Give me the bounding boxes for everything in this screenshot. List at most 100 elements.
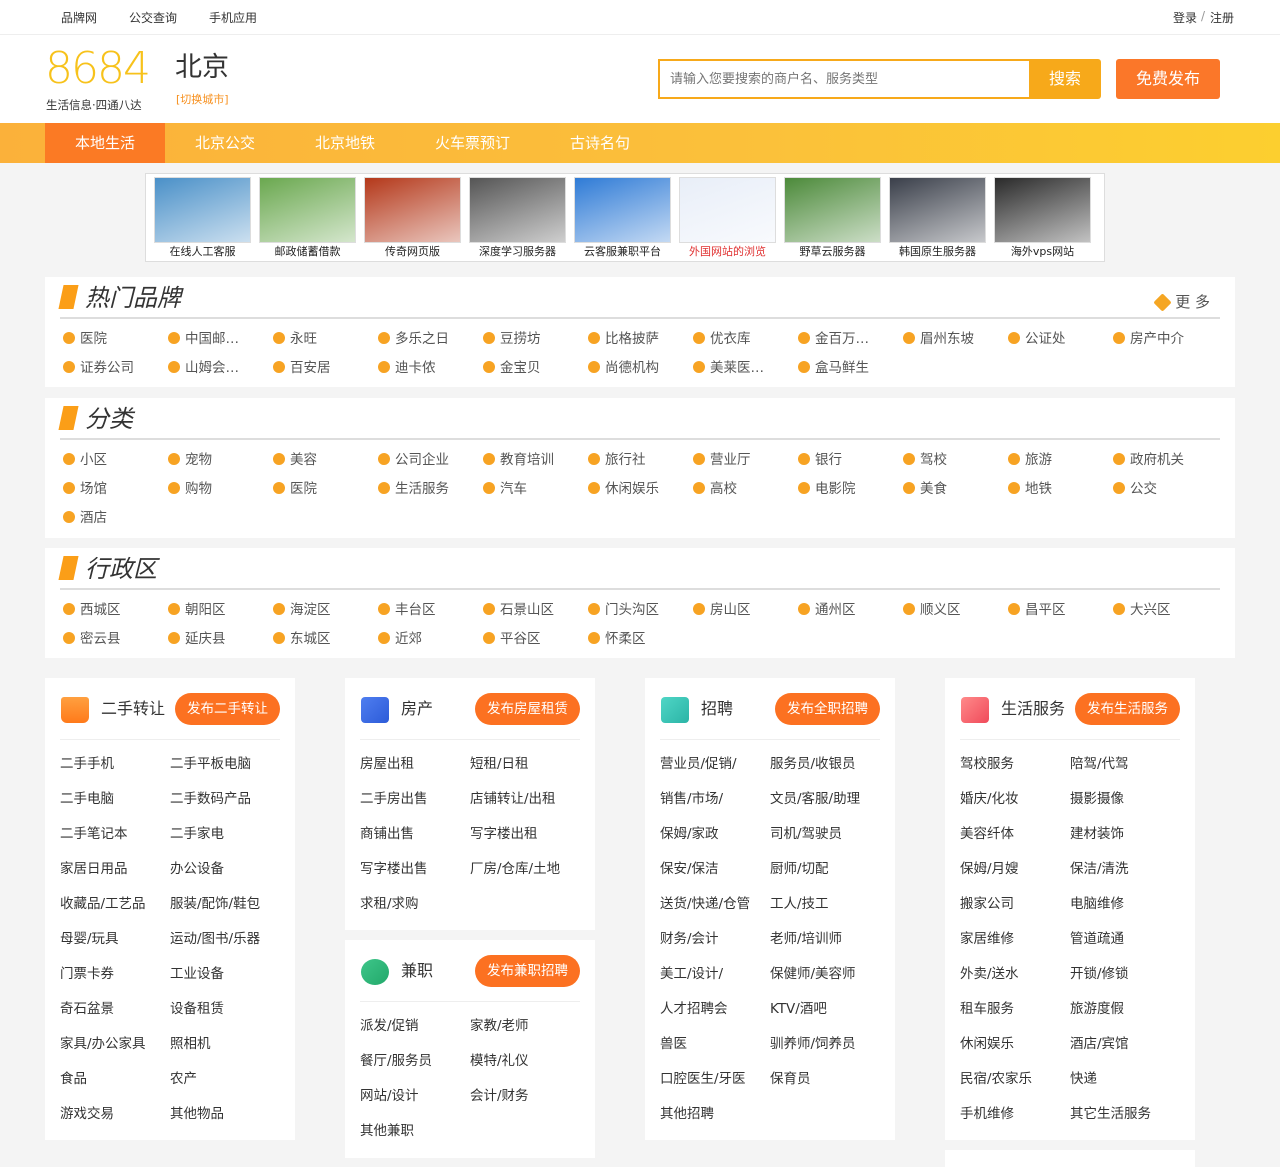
second-hand-link[interactable]: 收藏品/工艺品 bbox=[60, 894, 170, 929]
house-link[interactable]: 厂房/仓库/土地 bbox=[470, 859, 580, 894]
house-link[interactable]: 二手房出售 bbox=[360, 789, 470, 824]
house-link[interactable]: 写字楼出租 bbox=[470, 824, 580, 859]
category-link[interactable]: 政府机关 bbox=[1113, 446, 1218, 475]
district-link[interactable]: 昌平区 bbox=[1008, 596, 1113, 625]
parttime-link[interactable]: 会计/财务 bbox=[470, 1086, 580, 1121]
ad-item[interactable]: 海外vps网站 bbox=[994, 177, 1091, 260]
category-link[interactable]: 医院 bbox=[273, 475, 378, 504]
ad-item[interactable]: 野草云服务器 bbox=[784, 177, 881, 260]
jobs-link[interactable]: 兽医 bbox=[660, 1034, 770, 1069]
life-service-link[interactable]: 建材装饰 bbox=[1070, 824, 1180, 859]
ad-item[interactable]: 外国网站的浏览 bbox=[679, 177, 776, 260]
category-link[interactable]: 银行 bbox=[798, 446, 903, 475]
parttime-link[interactable]: 派发/促销 bbox=[360, 1016, 470, 1051]
jobs-link[interactable]: 厨师/切配 bbox=[770, 859, 880, 894]
district-link[interactable]: 延庆县 bbox=[168, 625, 273, 654]
life-service-link[interactable]: 外卖/送水 bbox=[960, 964, 1070, 999]
brand-link[interactable]: 优衣库 bbox=[693, 325, 798, 354]
life-service-link[interactable]: 民宿/农家乐 bbox=[960, 1069, 1070, 1104]
nav-train-tickets[interactable]: 火车票预订 bbox=[405, 123, 540, 163]
life-service-link[interactable]: 租车服务 bbox=[960, 999, 1070, 1034]
jobs-link[interactable]: 营业员/促销/ bbox=[660, 754, 770, 789]
topbar-link-mobile[interactable]: 手机应用 bbox=[209, 9, 257, 26]
life-service-link[interactable]: 快递 bbox=[1070, 1069, 1180, 1104]
ad-item[interactable]: 韩国原生服务器 bbox=[889, 177, 986, 260]
house-link[interactable]: 房屋出租 bbox=[360, 754, 470, 789]
life-service-link[interactable]: 陪驾/代驾 bbox=[1070, 754, 1180, 789]
house-link[interactable]: 店铺转让/出租 bbox=[470, 789, 580, 824]
ad-item[interactable]: 深度学习服务器 bbox=[469, 177, 566, 260]
life-service-link[interactable]: 旅游度假 bbox=[1070, 999, 1180, 1034]
parttime-link[interactable]: 餐厅/服务员 bbox=[360, 1051, 470, 1086]
brand-link[interactable]: 迪卡侬 bbox=[378, 354, 483, 383]
jobs-link[interactable]: 口腔医生/牙医 bbox=[660, 1069, 770, 1104]
brand-link[interactable]: 永旺 bbox=[273, 325, 378, 354]
category-link[interactable]: 小区 bbox=[63, 446, 168, 475]
second-hand-link[interactable]: 设备租赁 bbox=[170, 999, 280, 1034]
post-parttime-button[interactable]: 发布兼职招聘 bbox=[475, 955, 580, 987]
jobs-link[interactable]: 美工/设计/ bbox=[660, 964, 770, 999]
category-link[interactable]: 教育培训 bbox=[483, 446, 588, 475]
nav-subway[interactable]: 北京地铁 bbox=[285, 123, 405, 163]
district-link[interactable]: 顺义区 bbox=[903, 596, 1008, 625]
district-link[interactable]: 西城区 bbox=[63, 596, 168, 625]
brand-link[interactable]: 公证处 bbox=[1008, 325, 1113, 354]
category-link[interactable]: 旅行社 bbox=[588, 446, 693, 475]
second-hand-link[interactable]: 二手笔记本 bbox=[60, 824, 170, 859]
brand-link[interactable]: 盒马鲜生 bbox=[798, 354, 903, 383]
second-hand-link[interactable]: 二手手机 bbox=[60, 754, 170, 789]
second-hand-link[interactable]: 运动/图书/乐器 bbox=[170, 929, 280, 964]
category-link[interactable]: 美食 bbox=[903, 475, 1008, 504]
district-link[interactable]: 朝阳区 bbox=[168, 596, 273, 625]
second-hand-link[interactable]: 农产 bbox=[170, 1069, 280, 1104]
second-hand-link[interactable]: 游戏交易 bbox=[60, 1104, 170, 1139]
brand-link[interactable]: 医院 bbox=[63, 325, 168, 354]
category-link[interactable]: 地铁 bbox=[1008, 475, 1113, 504]
ad-item[interactable]: 邮政储蓄借款 bbox=[259, 177, 356, 260]
life-service-link[interactable]: 电脑维修 bbox=[1070, 894, 1180, 929]
second-hand-link[interactable]: 办公设备 bbox=[170, 859, 280, 894]
free-post-button[interactable]: 免费发布 bbox=[1116, 59, 1220, 99]
house-link[interactable]: 短租/日租 bbox=[470, 754, 580, 789]
jobs-link[interactable]: 文员/客服/助理 bbox=[770, 789, 880, 824]
category-link[interactable]: 休闲娱乐 bbox=[588, 475, 693, 504]
parttime-link[interactable]: 家教/老师 bbox=[470, 1016, 580, 1051]
jobs-link[interactable]: 驯养师/饲养员 bbox=[770, 1034, 880, 1069]
category-link[interactable]: 公交 bbox=[1113, 475, 1218, 504]
district-link[interactable]: 石景山区 bbox=[483, 596, 588, 625]
switch-city-link[interactable]: [切换城市] bbox=[176, 91, 229, 107]
jobs-link[interactable]: 老师/培训师 bbox=[770, 929, 880, 964]
brand-link[interactable]: 美莱医… bbox=[693, 354, 798, 383]
category-link[interactable]: 营业厅 bbox=[693, 446, 798, 475]
brand-link[interactable]: 尚德机构 bbox=[588, 354, 693, 383]
category-link[interactable]: 电影院 bbox=[798, 475, 903, 504]
brand-link[interactable]: 多乐之日 bbox=[378, 325, 483, 354]
jobs-link[interactable]: 司机/驾驶员 bbox=[770, 824, 880, 859]
brand-link[interactable]: 证券公司 bbox=[63, 354, 168, 383]
brand-link[interactable]: 眉州东坡 bbox=[903, 325, 1008, 354]
jobs-link[interactable]: 保健师/美容师 bbox=[770, 964, 880, 999]
brand-link[interactable]: 金宝贝 bbox=[483, 354, 588, 383]
brand-link[interactable]: 房产中介 bbox=[1113, 325, 1218, 354]
second-hand-link[interactable]: 二手电脑 bbox=[60, 789, 170, 824]
login-link[interactable]: 登录 bbox=[1173, 9, 1197, 26]
life-service-link[interactable]: 开锁/修锁 bbox=[1070, 964, 1180, 999]
district-link[interactable]: 近郊 bbox=[378, 625, 483, 654]
second-hand-link[interactable]: 二手平板电脑 bbox=[170, 754, 280, 789]
second-hand-link[interactable]: 服装/配饰/鞋包 bbox=[170, 894, 280, 929]
house-link[interactable]: 商铺出售 bbox=[360, 824, 470, 859]
ad-item[interactable]: 传奇网页版 bbox=[364, 177, 461, 260]
second-hand-link[interactable]: 母婴/玩具 bbox=[60, 929, 170, 964]
more-brands-link[interactable]: 更 多 bbox=[1153, 291, 1210, 312]
category-link[interactable]: 购物 bbox=[168, 475, 273, 504]
second-hand-link[interactable]: 其他物品 bbox=[170, 1104, 280, 1139]
jobs-link[interactable]: 送货/快递/仓管 bbox=[660, 894, 770, 929]
second-hand-link[interactable]: 门票卡券 bbox=[60, 964, 170, 999]
brand-link[interactable]: 比格披萨 bbox=[588, 325, 693, 354]
district-link[interactable]: 密云县 bbox=[63, 625, 168, 654]
category-link[interactable]: 宠物 bbox=[168, 446, 273, 475]
district-link[interactable]: 门头沟区 bbox=[588, 596, 693, 625]
search-button[interactable]: 搜索 bbox=[1029, 59, 1101, 99]
life-service-link[interactable]: 休闲娱乐 bbox=[960, 1034, 1070, 1069]
life-service-link[interactable]: 管道疏通 bbox=[1070, 929, 1180, 964]
